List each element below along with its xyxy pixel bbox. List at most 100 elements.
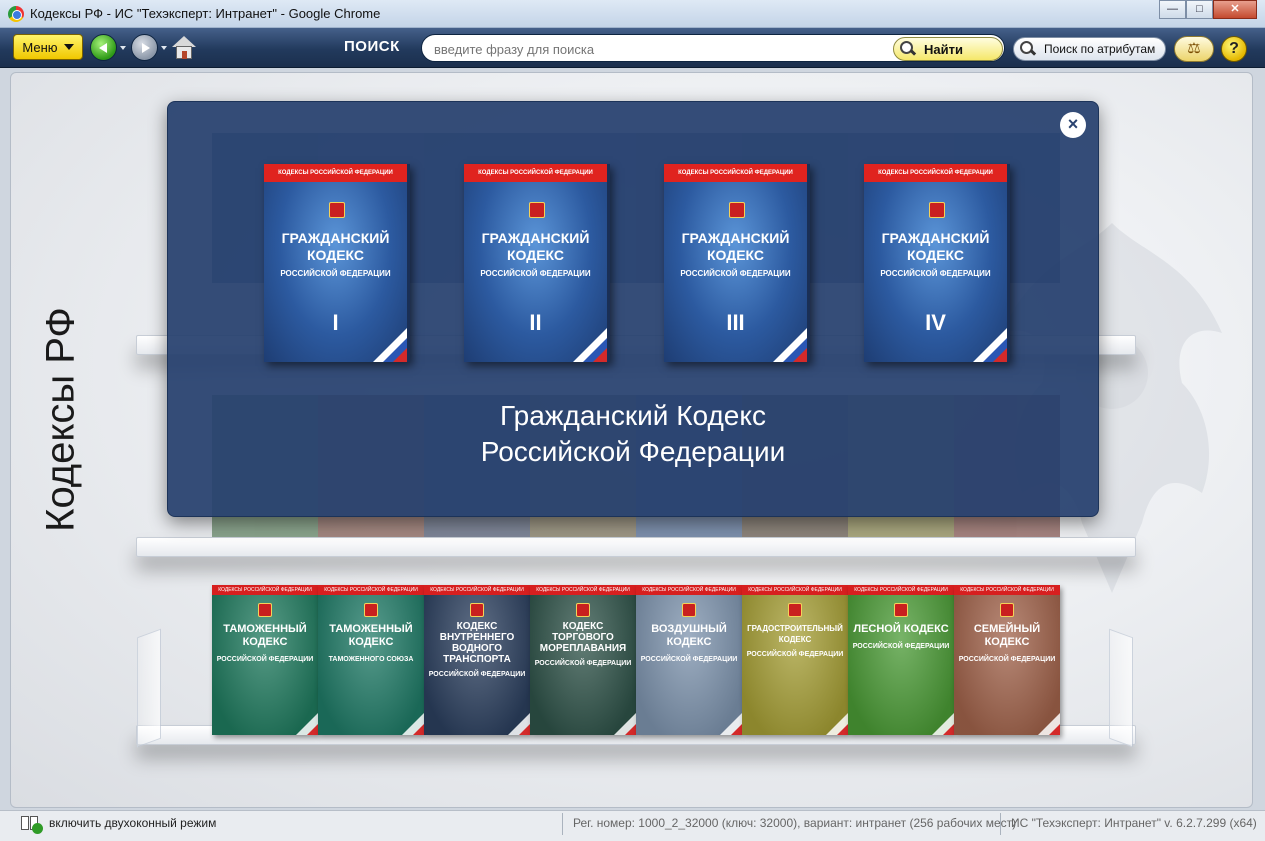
chrome-icon — [8, 6, 24, 22]
coat-of-arms-icon — [329, 202, 345, 218]
close-window-button[interactable]: ✕ — [1213, 0, 1257, 19]
civil-code-volume-1[interactable]: КОДЕКСЫ РОССИЙСКОЙ ФЕДЕРАЦИИ ГРАЖДАНСКИЙ… — [264, 164, 410, 362]
coat-of-arms-icon — [682, 603, 696, 617]
book-subtitle: РОССИЙСКОЙ ФЕДЕРАЦИИ — [216, 656, 314, 663]
search-input[interactable] — [434, 40, 874, 58]
volume-header: КОДЕКСЫ РОССИЙСКОЙ ФЕДЕРАЦИИ — [864, 164, 1007, 182]
book-forest-code[interactable]: КОДЕКСЫ РОССИЙСКОЙ ФЕДЕРАЦИИ ЛЕСНОЙ КОДЕ… — [848, 585, 954, 735]
coat-of-arms-icon — [364, 603, 378, 617]
back-button[interactable] — [90, 34, 117, 61]
coat-of-arms-icon — [470, 603, 484, 617]
volume-subtitle: РОССИЙСКОЙ ФЕДЕРАЦИИ — [280, 269, 391, 278]
shelf-bracket-right — [1109, 628, 1133, 748]
window-title: Кодексы РФ - ИС "Техэксперт: Интранет" -… — [30, 6, 381, 21]
find-label: Найти — [924, 41, 963, 57]
book-title: ТАМОЖЕННЫЙ КОДЕКС — [223, 623, 307, 648]
registration-info: Рег. номер: 1000_2_32000 (ключ: 32000), … — [573, 816, 1017, 830]
book-merchant-shipping-code[interactable]: КОДЕКСЫ РОССИЙСКОЙ ФЕДЕРАЦИИ КОДЕКС ТОРГ… — [530, 585, 636, 735]
book-customs-code-union[interactable]: КОДЕКСЫ РОССИЙСКОЙ ФЕДЕРАЦИИ ТАМОЖЕННЫЙ … — [318, 585, 424, 735]
popup-caption-line-2: Российской Федерации — [480, 436, 786, 467]
window-titlebar: Кодексы РФ - ИС "Техэксперт: Интранет" -… — [0, 0, 1265, 28]
coat-of-arms-icon — [1000, 603, 1014, 617]
main-content: Кодексы РФ КОДЕКСЫ РОССИЙСКОЙ ФЕДЕРАЦИИ … — [10, 72, 1253, 808]
book-header: КОДЕКСЫ РОССИЙСКОЙ ФЕДЕРАЦИИ — [212, 585, 318, 595]
volume-subtitle: РОССИЙСКОЙ ФЕДЕРАЦИИ — [680, 269, 791, 278]
attribute-search-icon — [1020, 41, 1036, 57]
book-title: КОДЕКС ВНУТРЕННЕГО ВОДНОГО ТРАНСПОРТА — [439, 621, 515, 665]
app-toolbar: Меню ПОИСК Найти Поиск по атрибутам ⚖ ? — [0, 28, 1265, 68]
book-customs-code-rf[interactable]: КОДЕКСЫ РОССИЙСКОЙ ФЕДЕРАЦИИ ТАМОЖЕННЫЙ … — [212, 585, 318, 735]
minimize-button[interactable]: — — [1159, 0, 1186, 19]
status-divider — [562, 813, 563, 835]
book-urban-planning-code[interactable]: КОДЕКСЫ РОССИЙСКОЙ ФЕДЕРАЦИИ ГРАДОСТРОИТ… — [742, 585, 848, 735]
coat-of-arms-icon — [788, 603, 802, 617]
civil-code-volume-3[interactable]: КОДЕКСЫ РОССИЙСКОЙ ФЕДЕРАЦИИ ГРАЖДАНСКИЙ… — [664, 164, 810, 362]
volume-subtitle: РОССИЙСКОЙ ФЕДЕРАЦИИ — [480, 269, 591, 278]
volume-header: КОДЕКСЫ РОССИЙСКОЙ ФЕДЕРАЦИИ — [464, 164, 607, 182]
book-inland-water-transport-code[interactable]: КОДЕКСЫ РОССИЙСКОЙ ФЕДЕРАЦИИ КОДЕКС ВНУТ… — [424, 585, 530, 735]
shelf-bracket-left — [137, 628, 161, 748]
forward-history-dropdown-icon[interactable] — [161, 46, 167, 50]
book-subtitle: РОССИЙСКОЙ ФЕДЕРАЦИИ — [746, 651, 844, 658]
book-header: КОДЕКСЫ РОССИЙСКОЙ ФЕДЕРАЦИИ — [530, 585, 636, 595]
magnifier-icon — [900, 41, 916, 57]
volume-subtitle: РОССИЙСКОЙ ФЕДЕРАЦИИ — [880, 269, 991, 278]
popup-caption-line-1: Гражданский Кодекс — [500, 400, 766, 431]
forward-button[interactable] — [131, 34, 158, 61]
shelf-middle — [136, 537, 1136, 557]
dual-window-icon[interactable] — [21, 816, 43, 834]
book-header: КОДЕКСЫ РОССИЙСКОЙ ФЕДЕРАЦИИ — [848, 585, 954, 595]
scales-icon[interactable]: ⚖ — [1174, 36, 1214, 62]
book-header: КОДЕКСЫ РОССИЙСКОЙ ФЕДЕРАЦИИ — [636, 585, 742, 595]
menu-button[interactable]: Меню — [13, 34, 83, 60]
version-info: ИС "Техэксперт: Интранет" v. 6.2.7.299 (… — [1011, 816, 1257, 830]
coat-of-arms-icon — [894, 603, 908, 617]
window-controls: — □ ✕ — [1159, 0, 1257, 19]
book-subtitle: РОССИЙСКОЙ ФЕДЕРАЦИИ — [958, 656, 1056, 663]
book-subtitle: РОССИЙСКОЙ ФЕДЕРАЦИИ — [428, 671, 526, 678]
home-icon[interactable] — [172, 36, 196, 60]
civil-code-volumes-popup: × КОДЕКСЫ РОССИЙСКОЙ ФЕДЕРАЦИИ ГРАЖДАНСК… — [167, 101, 1099, 517]
civil-code-volume-4[interactable]: КОДЕКСЫ РОССИЙСКОЙ ФЕДЕРАЦИИ ГРАЖДАНСКИЙ… — [864, 164, 1010, 362]
book-header: КОДЕКСЫ РОССИЙСКОЙ ФЕДЕРАЦИИ — [954, 585, 1060, 595]
book-subtitle: РОССИЙСКОЙ ФЕДЕРАЦИИ — [852, 643, 950, 650]
status-bar: включить двухоконный режим Рег. номер: 1… — [0, 810, 1265, 841]
help-button[interactable]: ? — [1221, 36, 1247, 62]
book-title: ТАМОЖЕННЫЙ КОДЕКС — [329, 623, 413, 648]
book-subtitle: РОССИЙСКОЙ ФЕДЕРАЦИИ — [534, 660, 632, 667]
book-title: ЛЕСНОЙ КОДЕКС — [853, 623, 949, 635]
book-header: КОДЕКСЫ РОССИЙСКОЙ ФЕДЕРАЦИИ — [742, 585, 848, 595]
coat-of-arms-icon — [529, 202, 545, 218]
volume-list: КОДЕКСЫ РОССИЙСКОЙ ФЕДЕРАЦИИ ГРАЖДАНСКИЙ… — [264, 164, 1010, 362]
book-title: КОДЕКС ТОРГОВОГО МОРЕПЛАВАНИЯ — [539, 621, 627, 654]
volume-header: КОДЕКСЫ РОССИЙСКОЙ ФЕДЕРАЦИИ — [264, 164, 407, 182]
volume-header: КОДЕКСЫ РОССИЙСКОЙ ФЕДЕРАЦИИ — [664, 164, 807, 182]
caret-down-icon — [63, 44, 74, 50]
maximize-button[interactable]: □ — [1186, 0, 1213, 19]
coat-of-arms-icon — [576, 603, 590, 617]
back-history-dropdown-icon[interactable] — [120, 46, 126, 50]
dual-mode-toggle[interactable]: включить двухоконный режим — [49, 816, 216, 830]
book-title: ВОЗДУШНЫЙ КОДЕКС — [651, 623, 727, 648]
book-family-code[interactable]: КОДЕКСЫ РОССИЙСКОЙ ФЕДЕРАЦИИ СЕМЕЙНЫЙ КО… — [954, 585, 1060, 735]
status-divider — [1000, 813, 1001, 835]
coat-of-arms-icon — [729, 202, 745, 218]
volume-title: ГРАЖДАНСКИЙ КОДЕКС — [681, 230, 790, 263]
volume-title: ГРАЖДАНСКИЙ КОДЕКС — [481, 230, 590, 263]
volume-title: ГРАЖДАНСКИЙ КОДЕКС — [281, 230, 390, 263]
book-title: СЕМЕЙНЫЙ КОДЕКС — [973, 623, 1041, 648]
close-popup-button[interactable]: × — [1060, 112, 1086, 138]
find-button[interactable]: Найти — [893, 37, 1003, 61]
attribute-search-label: Поиск по атрибутам — [1044, 42, 1156, 56]
coat-of-arms-icon — [929, 202, 945, 218]
menu-label: Меню — [22, 39, 58, 55]
book-subtitle: ТАМОЖЕННОГО СОЮЗА — [328, 656, 414, 663]
bottom-shelf-books: КОДЕКСЫ РОССИЙСКОЙ ФЕДЕРАЦИИ ТАМОЖЕННЫЙ … — [212, 585, 1060, 735]
book-air-code[interactable]: КОДЕКСЫ РОССИЙСКОЙ ФЕДЕРАЦИИ ВОЗДУШНЫЙ К… — [636, 585, 742, 735]
volume-title: ГРАЖДАНСКИЙ КОДЕКС — [881, 230, 990, 263]
attribute-search-button[interactable]: Поиск по атрибутам — [1013, 37, 1166, 61]
search-label: ПОИСК — [344, 38, 400, 55]
page-title: Кодексы РФ — [38, 307, 83, 532]
coat-of-arms-icon — [258, 603, 272, 617]
civil-code-volume-2[interactable]: КОДЕКСЫ РОССИЙСКОЙ ФЕДЕРАЦИИ ГРАЖДАНСКИЙ… — [464, 164, 610, 362]
